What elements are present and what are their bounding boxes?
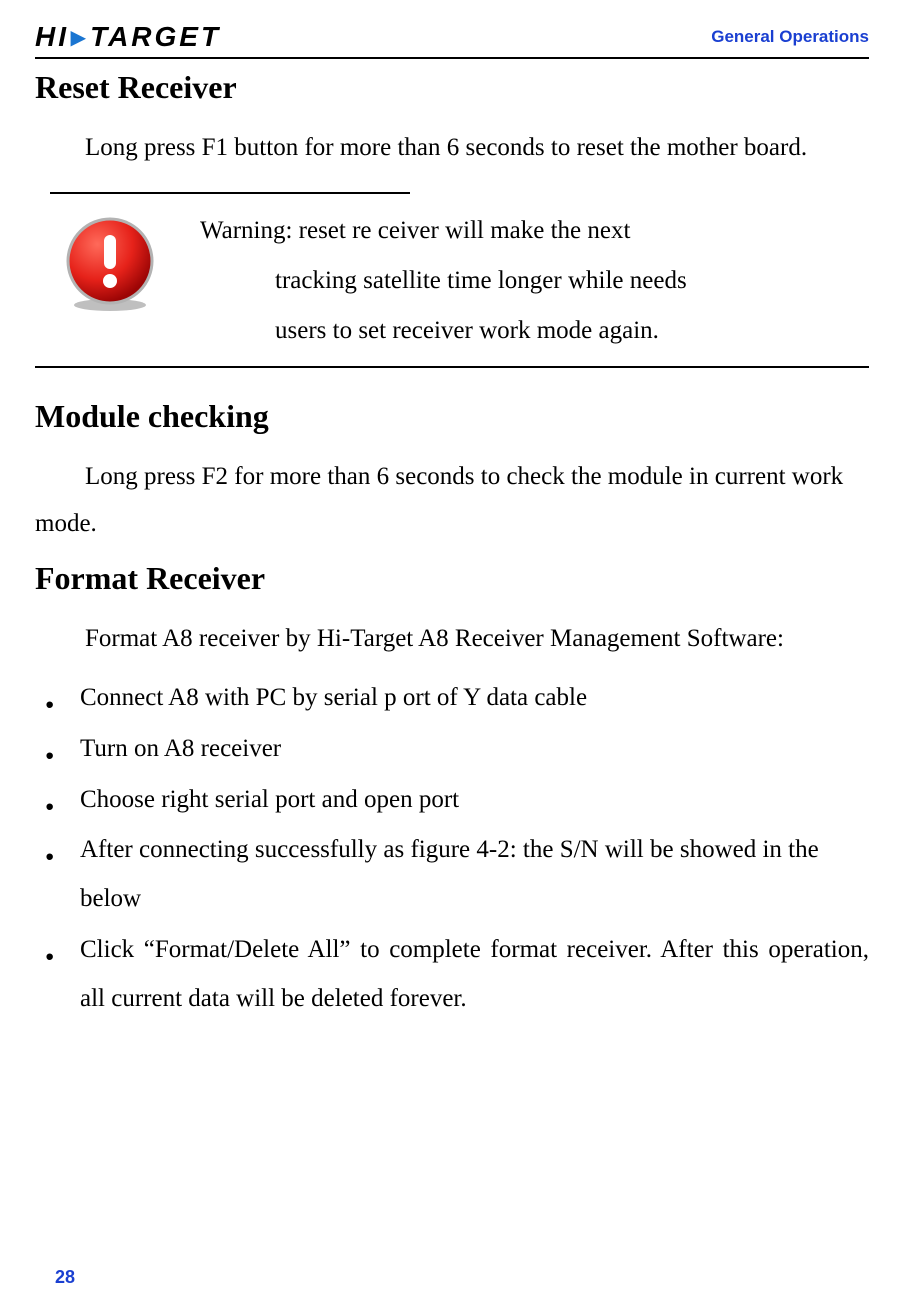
heading-format-receiver: Format Receiver [35,560,869,597]
logo-text-right: TARGET [90,21,221,53]
list-item: Connect A8 with PC by serial p ort of Y … [35,674,869,723]
warning-line-1: Warning: reset re ceiver will make the n… [200,206,687,256]
logo: HI ▸ TARGET [35,20,221,53]
heading-module-checking: Module checking [35,398,869,435]
warning-line-2: tracking satellite time longer while nee… [200,256,687,306]
reset-receiver-body: Long press F1 button for more than 6 sec… [35,124,869,172]
heading-reset-receiver: Reset Receiver [35,69,869,106]
warning-block: Warning: reset re ceiver will make the n… [35,206,869,368]
list-item: Turn on A8 receiver [35,725,869,774]
page-number: 28 [55,1267,75,1288]
logo-arrow-icon: ▸ [71,20,88,53]
warning-text: Warning: reset re ceiver will make the n… [200,206,687,356]
format-steps-list: Connect A8 with PC by serial p ort of Y … [35,674,869,1023]
list-item: Choose right serial port and open port [35,776,869,825]
module-checking-body: Long press F2 for more than 6 seconds to… [35,453,869,548]
format-receiver-intro: Format A8 receiver by Hi-Target A8 Recei… [35,615,869,663]
page-header: HI ▸ TARGET General Operations [35,20,869,59]
logo-text-left: HI [35,21,69,53]
warning-icon [55,208,165,318]
list-item: After connecting successfully as figure … [35,826,869,924]
header-section-label: General Operations [711,27,869,47]
warning-line-3: users to set receiver work mode again. [200,306,687,356]
warning-top-rule [50,192,410,194]
list-item: Click “Format/Delete All” to complete fo… [35,926,869,1024]
